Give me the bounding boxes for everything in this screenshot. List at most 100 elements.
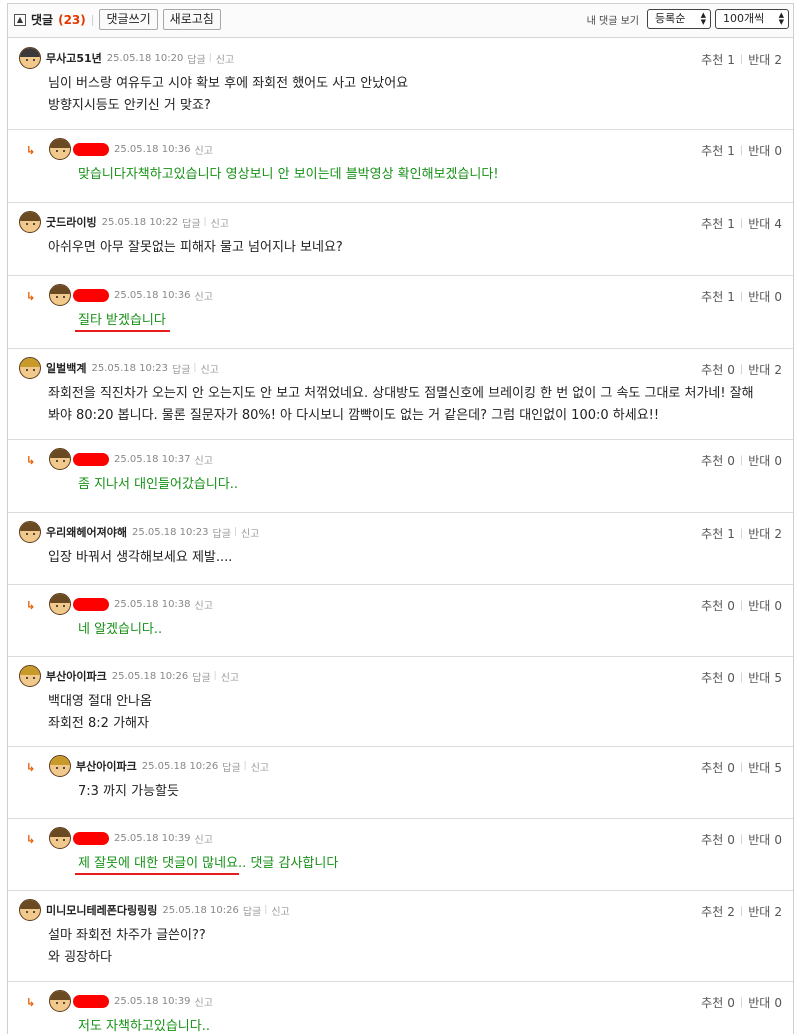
divider: | [739, 672, 744, 683]
avatar[interactable] [19, 357, 41, 379]
collapse-toggle-icon[interactable]: ▲ [14, 13, 26, 26]
nickname[interactable]: 무사고51년 [46, 50, 102, 66]
recommend-button[interactable]: 추천 0 [701, 597, 735, 614]
avatar[interactable] [49, 284, 71, 306]
reply-link[interactable]: 답글 [222, 759, 240, 774]
reply-link[interactable]: 답글 [243, 903, 261, 918]
recommend-button[interactable]: 추천 0 [701, 361, 735, 378]
comment-text-line: 제 잘못에 대한 댓글이 많네요.. 댓글 감사합니다 [78, 856, 339, 871]
oppose-button[interactable]: 반대 0 [748, 994, 782, 1011]
oppose-button[interactable]: 반대 2 [748, 361, 782, 378]
report-link[interactable]: 신고 [251, 759, 269, 774]
recommend-label: 추천 [701, 527, 724, 541]
my-comments-link[interactable]: 내 댓글 보기 [587, 12, 639, 27]
oppose-button[interactable]: 반대 2 [748, 903, 782, 920]
reply-link[interactable]: 답글 [187, 51, 205, 66]
avatar-eye [33, 677, 35, 679]
nickname[interactable]: 부산아이파크 [76, 758, 137, 774]
oppose-button[interactable]: 반대 2 [748, 51, 782, 68]
recommend-button[interactable]: 추천 0 [701, 669, 735, 686]
avatar[interactable] [19, 47, 41, 69]
avatar[interactable] [49, 138, 71, 160]
avatar-hair [20, 212, 40, 221]
report-link[interactable]: 신고 [195, 288, 213, 303]
reply-link[interactable]: 답글 [182, 215, 200, 230]
divider: | [739, 455, 744, 466]
reply-link[interactable]: 답글 [213, 525, 231, 540]
recommend-button[interactable]: 추천 0 [701, 831, 735, 848]
recommend-button[interactable]: 추천 2 [701, 903, 735, 920]
report-link[interactable]: 신고 [195, 597, 213, 612]
recommend-label: 추천 [701, 363, 724, 377]
avatar[interactable] [49, 448, 71, 470]
report-link[interactable]: 신고 [195, 142, 213, 157]
recommend-button[interactable]: 추천 1 [701, 51, 735, 68]
oppose-button[interactable]: 반대 2 [748, 525, 782, 542]
avatar[interactable] [49, 593, 71, 615]
recommend-button[interactable]: 추천 1 [701, 142, 735, 159]
divider: | [213, 671, 217, 681]
avatar[interactable] [49, 990, 71, 1012]
vote-counts: 추천 1 | 반대 2 [701, 51, 782, 68]
avatar[interactable] [49, 827, 71, 849]
report-link[interactable]: 신고 [211, 215, 229, 230]
report-link[interactable]: 신고 [195, 831, 213, 846]
avatar[interactable] [19, 665, 41, 687]
write-comment-button[interactable]: 댓글쓰기 [99, 9, 158, 30]
oppose-button[interactable]: 반대 5 [748, 759, 782, 776]
divider: | [739, 834, 744, 845]
avatar[interactable] [19, 521, 41, 543]
oppose-button[interactable]: 반대 0 [748, 831, 782, 848]
comment-date: 25.05.18 10:26 [141, 760, 219, 772]
report-link[interactable]: 신고 [195, 994, 213, 1009]
oppose-button[interactable]: 반대 4 [748, 215, 782, 232]
recommend-button[interactable]: 추천 1 [701, 215, 735, 232]
nickname[interactable]: 부산아이파크 [46, 668, 107, 684]
avatar-eye [26, 59, 28, 61]
recommend-label: 추천 [701, 905, 724, 919]
report-link[interactable]: 신고 [200, 361, 218, 376]
comment-text-line: 입장 바꿔서 생각해보세요 제발.... [48, 550, 233, 565]
avatar[interactable] [19, 899, 41, 921]
page-size-select[interactable]: 100개씩 ▲ ▼ [715, 9, 789, 29]
nickname[interactable]: 우리왜헤어져야해 [46, 524, 127, 540]
recommend-label: 추천 [701, 996, 724, 1010]
reply-link[interactable]: 답글 [172, 361, 190, 376]
report-link[interactable]: 신고 [221, 669, 239, 684]
divider: | [739, 528, 744, 539]
report-link[interactable]: 신고 [195, 452, 213, 467]
report-link[interactable]: 신고 [241, 525, 259, 540]
nickname[interactable]: 미니모니테레폰다링링링 [46, 902, 157, 918]
avatar[interactable] [19, 211, 41, 233]
reply-link[interactable]: 답글 [192, 669, 210, 684]
recommend-button[interactable]: 추천 0 [701, 994, 735, 1011]
avatar[interactable] [49, 755, 71, 777]
avatar-eye [56, 296, 58, 298]
oppose-button[interactable]: 반대 0 [748, 452, 782, 469]
oppose-button[interactable]: 반대 0 [748, 288, 782, 305]
comment-meta: 일벌백계 25.05.18 10:23 답글 | 신고 [19, 357, 219, 379]
comment-text: 아쉬우면 아무 잘못없는 피해자 물고 넘어지나 보네요? [48, 237, 343, 259]
oppose-label: 반대 [748, 53, 771, 67]
recommend-button[interactable]: 추천 1 [701, 525, 735, 542]
avatar-hair [50, 828, 70, 837]
oppose-button[interactable]: 반대 0 [748, 597, 782, 614]
recommend-button[interactable]: 추천 0 [701, 452, 735, 469]
nickname[interactable]: 굿드라이빙 [46, 214, 97, 230]
report-link[interactable]: 신고 [271, 903, 289, 918]
recommend-button[interactable]: 추천 1 [701, 288, 735, 305]
recommend-button[interactable]: 추천 0 [701, 759, 735, 776]
oppose-button[interactable]: 반대 0 [748, 142, 782, 159]
oppose-button[interactable]: 반대 5 [748, 669, 782, 686]
avatar-eye [63, 839, 65, 841]
comment-meta: 25.05.18 10:39 신고 [49, 827, 213, 849]
reply-arrow-icon: ↳ [26, 290, 36, 303]
recommend-count: 0 [727, 833, 735, 847]
vote-counts: 추천 1 | 반대 4 [701, 215, 782, 232]
vote-counts: 추천 0 | 반대 0 [701, 452, 782, 469]
sort-select[interactable]: 등록순 ▲ ▼ [647, 9, 711, 29]
report-link[interactable]: 신고 [216, 51, 234, 66]
refresh-button[interactable]: 새로고침 [162, 9, 221, 30]
comment-text: 좌회전을 직진차가 오는지 안 오는지도 안 보고 처꺾었네요. 상대방도 점멸… [48, 383, 754, 427]
nickname[interactable]: 일벌백계 [46, 360, 86, 376]
